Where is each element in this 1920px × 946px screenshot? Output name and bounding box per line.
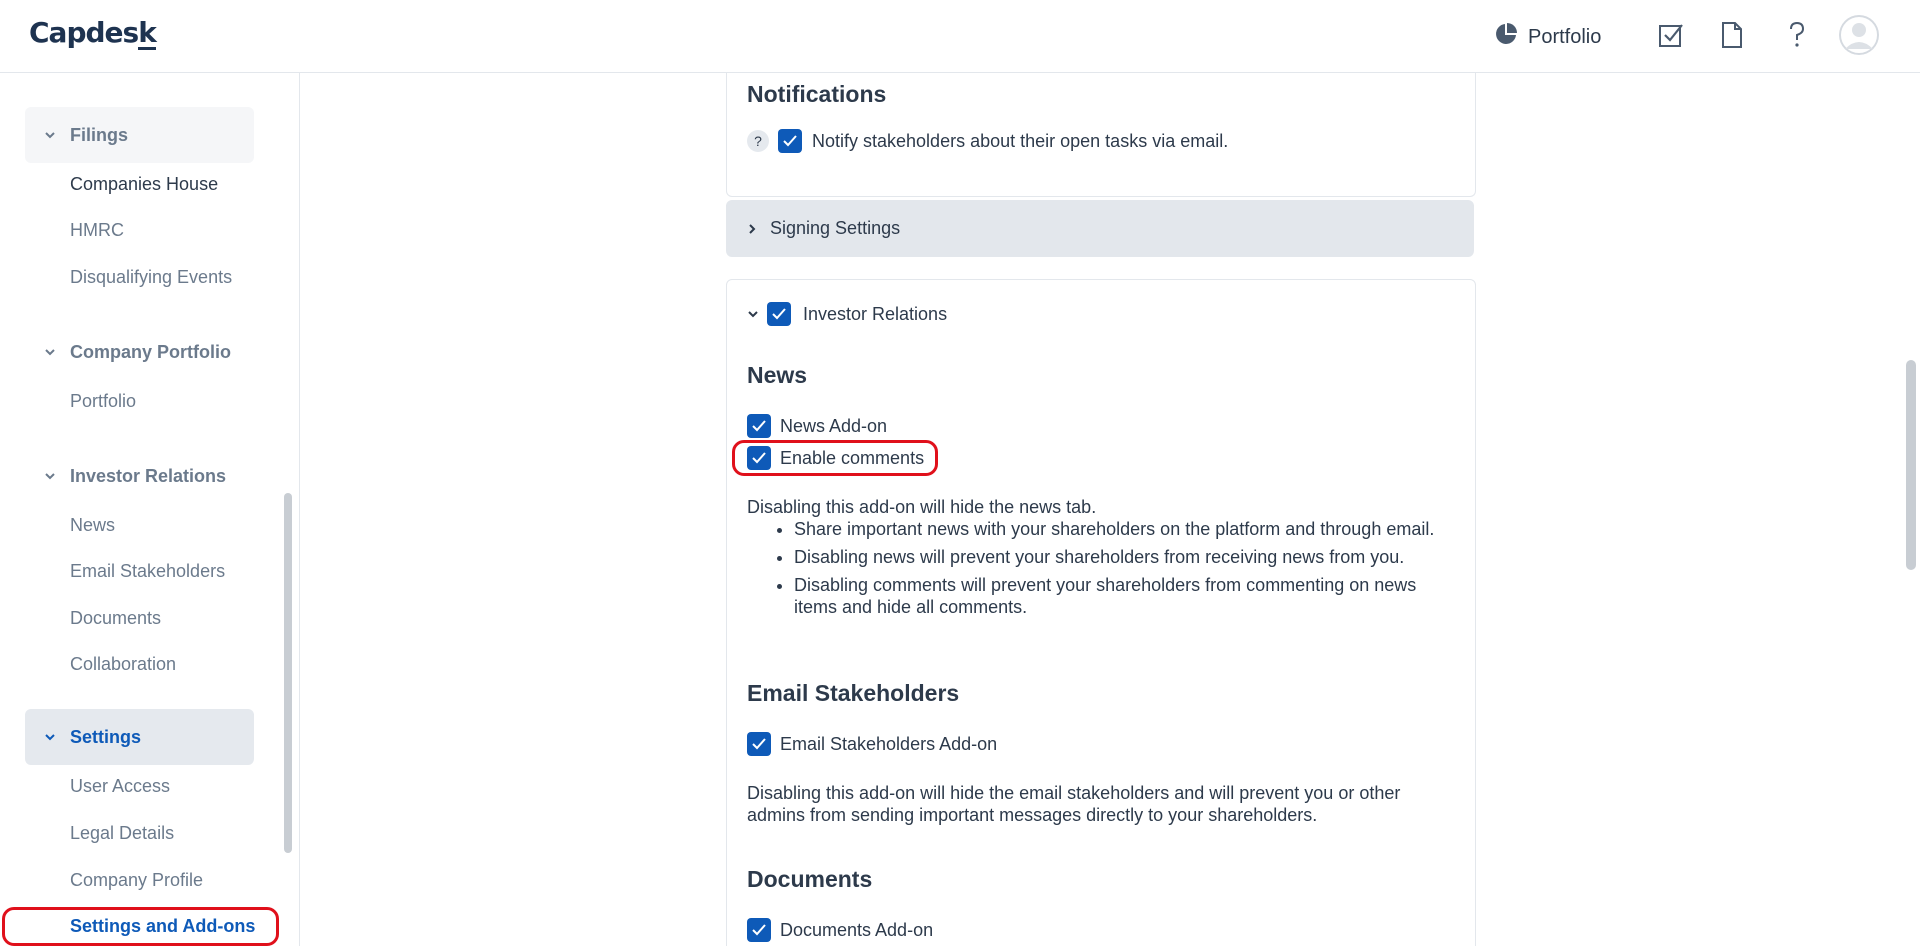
top-header: Capdesk Portfolio (0, 0, 1920, 73)
help-icon[interactable] (1782, 20, 1812, 50)
investor-relations-label: Investor Relations (803, 303, 948, 324)
documents-addon-checkbox[interactable] (747, 918, 771, 942)
investor-relations-checkbox[interactable] (767, 302, 791, 326)
pie-chart-icon (1494, 22, 1518, 52)
news-title: News (747, 362, 808, 388)
sidebar-section-investor-relations[interactable]: Investor Relations (25, 448, 254, 504)
capdesk-logo[interactable]: Capdesk (29, 16, 157, 50)
sidebar-scrollbar[interactable] (284, 493, 292, 853)
sidebar-item-disqualifying-events[interactable]: Disqualifying Events (70, 267, 232, 288)
tasks-check-icon[interactable] (1656, 20, 1686, 50)
chevron-down-icon (45, 347, 55, 357)
sidebar-section-label: Company Portfolio (70, 341, 231, 362)
sidebar-item-documents[interactable]: Documents (70, 608, 161, 629)
news-bullets: Share important news with your sharehold… (772, 518, 1457, 624)
sidebar-item-email-stakeholders[interactable]: Email Stakeholders (70, 561, 225, 582)
news-bullet: Disabling news will prevent your shareho… (794, 546, 1457, 568)
enable-comments-label: Enable comments (780, 448, 925, 468)
email-stakeholders-addon-checkbox[interactable] (747, 732, 771, 756)
chevron-down-icon (45, 732, 55, 742)
news-addon-checkbox[interactable] (747, 414, 771, 438)
user-avatar[interactable] (1839, 15, 1879, 55)
portfolio-label: Portfolio (1528, 25, 1602, 48)
sidebar-item-companies-house[interactable]: Companies House (70, 174, 218, 195)
news-description: Disabling this add-on will hide the news… (747, 497, 1097, 517)
signing-settings-accordion[interactable]: Signing Settings (726, 200, 1474, 257)
sidebar-item-hmrc[interactable]: HMRC (70, 220, 124, 241)
sidebar-section-filings[interactable]: Filings (25, 107, 254, 163)
chevron-right-icon (746, 223, 758, 235)
sidebar-section-label: Filings (70, 124, 128, 145)
notifications-card: Notifications ? Notify stakeholders abou… (726, 73, 1476, 197)
notifications-title: Notifications (747, 81, 887, 107)
help-icon[interactable]: ? (747, 130, 769, 152)
sidebar-section-settings[interactable]: Settings (25, 709, 254, 765)
investor-relations-card: Investor Relations News News Add-on Enab… (726, 279, 1476, 946)
news-bullet: Disabling comments will prevent your sha… (794, 574, 1457, 618)
notify-label: Notify stakeholders about their open tas… (812, 131, 1229, 151)
sidebar-item-settings-and-addons[interactable]: Settings and Add-ons (70, 916, 255, 937)
news-bullet: Share important news with your sharehold… (794, 518, 1457, 540)
sidebar-section-label: Investor Relations (70, 465, 227, 486)
email-stakeholders-title: Email Stakeholders (747, 680, 960, 706)
sidebar-item-company-profile[interactable]: Company Profile (70, 870, 203, 891)
sidebar-item-legal-details[interactable]: Legal Details (70, 823, 174, 844)
sidebar-item-portfolio[interactable]: Portfolio (70, 391, 136, 412)
portfolio-link[interactable]: Portfolio (1494, 22, 1601, 52)
signing-settings-label: Signing Settings (770, 218, 901, 238)
page-scrollbar[interactable] (1906, 360, 1916, 570)
chevron-down-icon (45, 130, 55, 140)
enable-comments-checkbox[interactable] (747, 446, 771, 470)
document-icon[interactable] (1717, 20, 1747, 50)
chevron-down-icon (45, 471, 55, 481)
documents-title: Documents (747, 866, 873, 892)
sidebar-section-company-portfolio[interactable]: Company Portfolio (25, 324, 254, 380)
sidebar: Filings Companies House HMRC Disqualifyi… (0, 73, 300, 946)
notify-checkbox[interactable] (778, 129, 802, 153)
sidebar-item-user-access[interactable]: User Access (70, 776, 170, 797)
email-stakeholders-description: Disabling this add-on will hide the emai… (747, 783, 1401, 825)
sidebar-section-label: Settings (70, 726, 142, 747)
investor-relations-header[interactable]: Investor Relations (747, 302, 947, 326)
chevron-down-icon (747, 308, 759, 320)
sidebar-item-news[interactable]: News (70, 515, 115, 536)
email-stakeholders-addon-label: Email Stakeholders Add-on (780, 734, 998, 754)
sidebar-item-collaboration[interactable]: Collaboration (70, 654, 176, 675)
documents-addon-label: Documents Add-on (780, 920, 934, 940)
news-addon-label: News Add-on (780, 416, 888, 436)
